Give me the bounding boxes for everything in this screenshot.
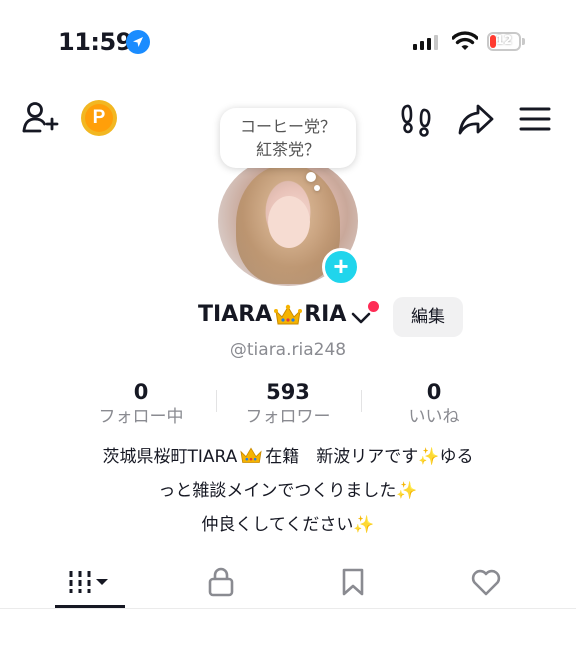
location-arrow-icon xyxy=(126,30,150,54)
bio-line-2: っと雑談メインでつくりました✨ xyxy=(40,474,536,508)
stat-following-count: 0 xyxy=(133,380,149,404)
profile-name-part1: TIARA xyxy=(198,302,273,327)
stat-divider xyxy=(361,390,362,412)
notification-dot xyxy=(366,299,381,314)
stat-followers-label: フォロワー xyxy=(245,407,331,427)
grid-icon xyxy=(69,571,108,593)
sparkles-icon: ✨ xyxy=(353,515,375,535)
sparkles-icon: ✨ xyxy=(396,481,418,501)
add-user-icon xyxy=(22,102,59,133)
plus-icon: + xyxy=(333,251,349,281)
bio-text: 仲良くしてください xyxy=(201,515,354,535)
crown-icon xyxy=(238,443,264,463)
profile-name-part2: RIA xyxy=(304,302,347,327)
profile-handle: @tiara.ria248 xyxy=(229,340,347,360)
bio-line-1: 茨城県桜町TIARA 在籍 新波リアです✨ゆる xyxy=(40,440,536,474)
battery-nub xyxy=(522,38,525,45)
cellular-signal-icon xyxy=(413,34,438,50)
points-icon: P xyxy=(85,104,113,132)
stat-following[interactable]: 0 フォロー中 xyxy=(71,378,211,428)
tab-videos[interactable] xyxy=(55,558,125,606)
add-story-button[interactable]: + xyxy=(322,248,360,286)
bio-text: 在籍 新波リアです xyxy=(265,447,419,467)
stat-following-label: フォロー中 xyxy=(98,407,184,427)
note-bubble-tail-small xyxy=(314,185,320,191)
lock-icon xyxy=(208,567,234,597)
add-user-button[interactable] xyxy=(20,98,60,138)
profile-name[interactable]: TIARA RIA xyxy=(198,302,346,327)
profile-bio: 茨城県桜町TIARA 在籍 新波リアです✨ゆる っと雑談メインでつくりました✨ 仲… xyxy=(40,440,536,542)
bio-line-3: 仲良くしてください✨ xyxy=(40,508,536,542)
note-bubble[interactable]: コーヒー党？ 紅茶党？ xyxy=(220,108,356,168)
avatar-face xyxy=(268,196,310,248)
battery-level: 12 xyxy=(495,33,513,47)
edit-profile-button[interactable]: 編集 xyxy=(393,297,463,337)
stat-divider xyxy=(216,390,217,412)
menu-button[interactable] xyxy=(516,100,554,138)
stat-likes-label: いいね xyxy=(408,407,460,427)
stat-followers[interactable]: 593 フォロワー xyxy=(218,378,358,428)
stat-followers-count: 593 xyxy=(266,380,310,404)
menu-icon xyxy=(519,107,551,131)
stat-likes-count: 0 xyxy=(426,380,442,404)
tab-saved[interactable] xyxy=(318,558,388,606)
heart-icon xyxy=(471,569,501,596)
footprints-button[interactable] xyxy=(398,100,436,138)
bio-text: ゆる xyxy=(439,447,474,467)
tab-liked[interactable] xyxy=(451,558,521,606)
wifi-icon xyxy=(451,30,479,52)
tab-divider xyxy=(0,608,576,609)
note-line-2: 紅茶党？ xyxy=(255,140,320,159)
crown-icon xyxy=(273,303,303,327)
stat-likes[interactable]: 0 いいね xyxy=(364,378,504,428)
points-button[interactable]: P xyxy=(81,100,117,136)
footprints-icon xyxy=(401,104,431,137)
note-line-1: コーヒー党？ xyxy=(239,117,336,136)
status-time: 11:59 xyxy=(58,28,132,56)
bio-text: っと雑談メインでつくりました xyxy=(158,481,397,501)
bio-text: 茨城県桜町TIARA xyxy=(102,447,238,467)
battery-icon: 12 xyxy=(487,32,521,51)
note-bubble-tail xyxy=(306,172,316,182)
share-icon xyxy=(458,104,494,135)
tab-private[interactable] xyxy=(186,558,256,606)
bookmark-icon xyxy=(342,568,364,596)
share-button[interactable] xyxy=(456,100,496,138)
sparkles-icon: ✨ xyxy=(418,447,440,467)
